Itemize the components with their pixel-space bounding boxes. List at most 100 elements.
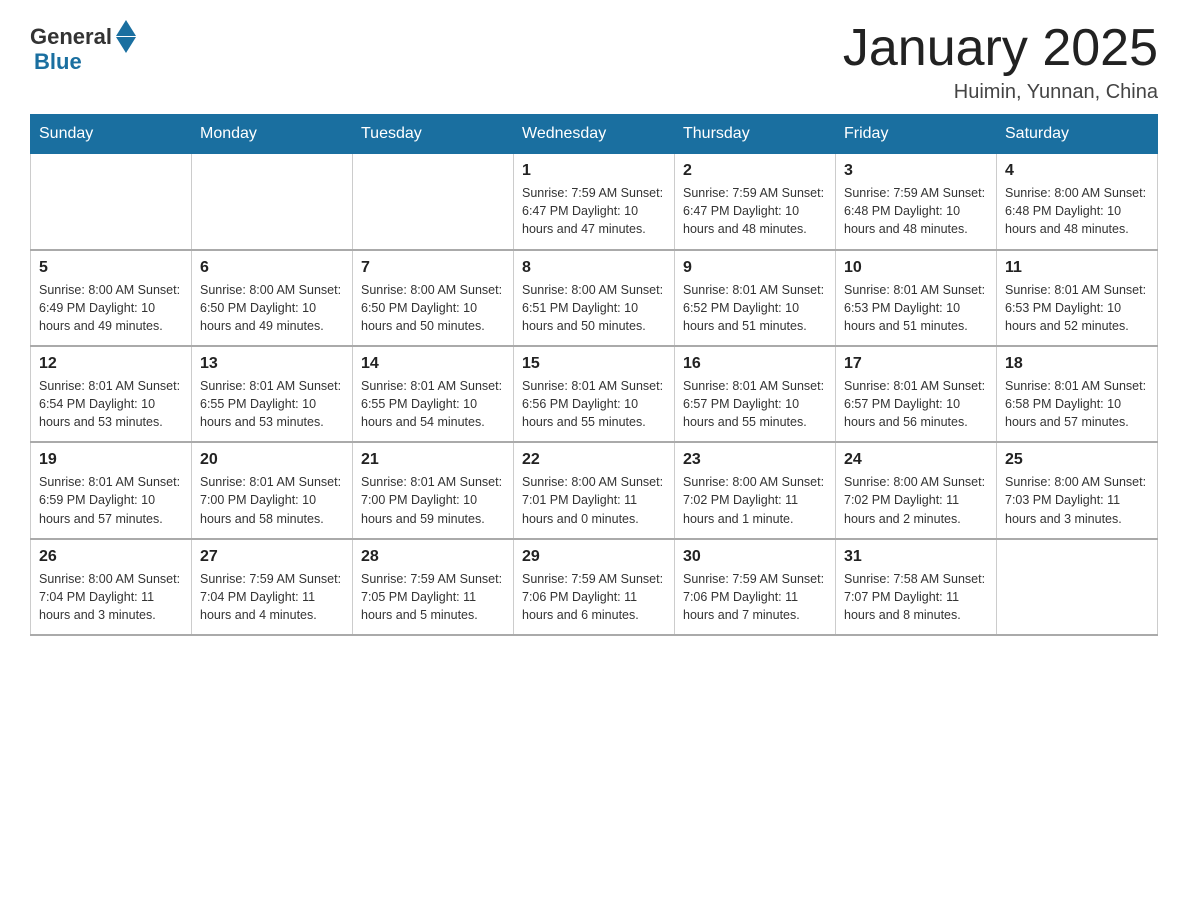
calendar-cell: 15 Sunrise: 8:01 AM Sunset: 6:56 PM Dayli… xyxy=(514,346,675,442)
day-number: 31 xyxy=(844,548,988,566)
day-number: 16 xyxy=(683,355,827,373)
logo-text-blue: Blue xyxy=(30,51,136,73)
calendar-cell: 21 Sunrise: 8:01 AM Sunset: 7:00 PM Dayli… xyxy=(353,442,514,538)
calendar-cell: 30 Sunrise: 7:59 AM Sunset: 7:06 PM Dayli… xyxy=(675,539,836,635)
calendar-table: SundayMondayTuesdayWednesdayThursdayFrid… xyxy=(30,114,1158,636)
calendar-cell: 16 Sunrise: 8:01 AM Sunset: 6:57 PM Dayli… xyxy=(675,346,836,442)
calendar-cell: 9 Sunrise: 8:01 AM Sunset: 6:52 PM Daylig… xyxy=(675,250,836,346)
day-number: 22 xyxy=(522,451,666,469)
day-info: Sunrise: 8:00 AM Sunset: 7:01 PM Dayligh… xyxy=(522,473,666,527)
day-number: 12 xyxy=(39,355,183,373)
day-info: Sunrise: 8:01 AM Sunset: 6:54 PM Dayligh… xyxy=(39,377,183,431)
calendar-cell: 4Sunrise: 8:00 AM Sunset: 6:48 PM Daylig… xyxy=(997,154,1158,250)
day-info: Sunrise: 8:01 AM Sunset: 6:53 PM Dayligh… xyxy=(844,281,988,335)
day-info: Sunrise: 8:00 AM Sunset: 6:49 PM Dayligh… xyxy=(39,281,183,335)
day-info: Sunrise: 8:01 AM Sunset: 6:58 PM Dayligh… xyxy=(1005,377,1149,431)
day-info: Sunrise: 8:00 AM Sunset: 6:51 PM Dayligh… xyxy=(522,281,666,335)
day-info: Sunrise: 7:58 AM Sunset: 7:07 PM Dayligh… xyxy=(844,570,988,624)
day-number: 13 xyxy=(200,355,344,373)
calendar-cell: 28 Sunrise: 7:59 AM Sunset: 7:05 PM Dayli… xyxy=(353,539,514,635)
calendar-week-3: 19Sunrise: 8:01 AM Sunset: 6:59 PM Dayli… xyxy=(31,442,1158,538)
day-info: Sunrise: 7:59 AM Sunset: 7:05 PM Dayligh… xyxy=(361,570,505,624)
day-number: 14 xyxy=(361,355,505,373)
day-info: Sunrise: 7:59 AM Sunset: 6:47 PM Dayligh… xyxy=(683,184,827,238)
day-info: Sunrise: 8:01 AM Sunset: 6:57 PM Dayligh… xyxy=(683,377,827,431)
header-row: SundayMondayTuesdayWednesdayThursdayFrid… xyxy=(31,115,1158,154)
day-number: 3 xyxy=(844,162,988,180)
day-info: Sunrise: 8:00 AM Sunset: 7:04 PM Dayligh… xyxy=(39,570,183,624)
calendar-cell: 7Sunrise: 8:00 AM Sunset: 6:50 PM Daylig… xyxy=(353,250,514,346)
day-number: 11 xyxy=(1005,259,1149,277)
calendar-cell: 6 Sunrise: 8:00 AM Sunset: 6:50 PM Daylig… xyxy=(192,250,353,346)
calendar-cell: 1 Sunrise: 7:59 AM Sunset: 6:47 PM Daylig… xyxy=(514,154,675,250)
calendar-cell: 2Sunrise: 7:59 AM Sunset: 6:47 PM Daylig… xyxy=(675,154,836,250)
calendar-cell: 24 Sunrise: 8:00 AM Sunset: 7:02 PM Dayli… xyxy=(836,442,997,538)
day-number: 23 xyxy=(683,451,827,469)
day-info: Sunrise: 8:01 AM Sunset: 7:00 PM Dayligh… xyxy=(361,473,505,527)
day-number: 6 xyxy=(200,259,344,277)
calendar-cell: 26 Sunrise: 8:00 AM Sunset: 7:04 PM Dayli… xyxy=(31,539,192,635)
day-info: Sunrise: 8:01 AM Sunset: 6:56 PM Dayligh… xyxy=(522,377,666,431)
day-number: 4 xyxy=(1005,162,1149,180)
day-number: 26 xyxy=(39,548,183,566)
day-info: Sunrise: 8:01 AM Sunset: 6:57 PM Dayligh… xyxy=(844,377,988,431)
header-cell-thursday: Thursday xyxy=(675,115,836,154)
logo: General Blue xyxy=(30,20,136,73)
calendar-cell: 31 Sunrise: 7:58 AM Sunset: 7:07 PM Dayli… xyxy=(836,539,997,635)
day-number: 9 xyxy=(683,259,827,277)
day-info: Sunrise: 8:01 AM Sunset: 6:55 PM Dayligh… xyxy=(200,377,344,431)
day-number: 1 xyxy=(522,162,666,180)
calendar-cell: 17 Sunrise: 8:01 AM Sunset: 6:57 PM Dayli… xyxy=(836,346,997,442)
day-number: 17 xyxy=(844,355,988,373)
calendar-week-1: 5Sunrise: 8:00 AM Sunset: 6:49 PM Daylig… xyxy=(31,250,1158,346)
calendar-cell: 18 Sunrise: 8:01 AM Sunset: 6:58 PM Dayli… xyxy=(997,346,1158,442)
calendar-cell: 5Sunrise: 8:00 AM Sunset: 6:49 PM Daylig… xyxy=(31,250,192,346)
calendar-body: 1 Sunrise: 7:59 AM Sunset: 6:47 PM Daylig… xyxy=(31,154,1158,635)
day-info: Sunrise: 8:00 AM Sunset: 6:50 PM Dayligh… xyxy=(361,281,505,335)
day-info: Sunrise: 7:59 AM Sunset: 7:06 PM Dayligh… xyxy=(683,570,827,624)
calendar-week-0: 1 Sunrise: 7:59 AM Sunset: 6:47 PM Daylig… xyxy=(31,154,1158,250)
day-number: 24 xyxy=(844,451,988,469)
day-info: Sunrise: 8:00 AM Sunset: 6:50 PM Dayligh… xyxy=(200,281,344,335)
day-number: 18 xyxy=(1005,355,1149,373)
calendar-header: SundayMondayTuesdayWednesdayThursdayFrid… xyxy=(31,115,1158,154)
calendar-cell: 27 Sunrise: 7:59 AM Sunset: 7:04 PM Dayli… xyxy=(192,539,353,635)
header-cell-monday: Monday xyxy=(192,115,353,154)
day-info: Sunrise: 8:01 AM Sunset: 7:00 PM Dayligh… xyxy=(200,473,344,527)
day-info: Sunrise: 7:59 AM Sunset: 7:06 PM Dayligh… xyxy=(522,570,666,624)
day-number: 8 xyxy=(522,259,666,277)
header-cell-wednesday: Wednesday xyxy=(514,115,675,154)
day-number: 21 xyxy=(361,451,505,469)
day-number: 30 xyxy=(683,548,827,566)
day-number: 25 xyxy=(1005,451,1149,469)
day-info: Sunrise: 8:00 AM Sunset: 7:02 PM Dayligh… xyxy=(844,473,988,527)
calendar-cell: 19Sunrise: 8:01 AM Sunset: 6:59 PM Dayli… xyxy=(31,442,192,538)
calendar-cell: 11 Sunrise: 8:01 AM Sunset: 6:53 PM Dayli… xyxy=(997,250,1158,346)
calendar-week-4: 26 Sunrise: 8:00 AM Sunset: 7:04 PM Dayli… xyxy=(31,539,1158,635)
calendar-title: January 2025 xyxy=(843,20,1158,77)
day-info: Sunrise: 8:01 AM Sunset: 6:52 PM Dayligh… xyxy=(683,281,827,335)
title-block: January 2025 Huimin, Yunnan, China xyxy=(843,20,1158,104)
day-number: 27 xyxy=(200,548,344,566)
calendar-cell xyxy=(192,154,353,250)
calendar-cell: 14 Sunrise: 8:01 AM Sunset: 6:55 PM Dayli… xyxy=(353,346,514,442)
day-number: 15 xyxy=(522,355,666,373)
calendar-cell: 3 Sunrise: 7:59 AM Sunset: 6:48 PM Daylig… xyxy=(836,154,997,250)
header-cell-saturday: Saturday xyxy=(997,115,1158,154)
day-number: 20 xyxy=(200,451,344,469)
calendar-cell: 25Sunrise: 8:00 AM Sunset: 7:03 PM Dayli… xyxy=(997,442,1158,538)
day-info: Sunrise: 7:59 AM Sunset: 7:04 PM Dayligh… xyxy=(200,570,344,624)
header-cell-friday: Friday xyxy=(836,115,997,154)
calendar-subtitle: Huimin, Yunnan, China xyxy=(843,81,1158,104)
day-info: Sunrise: 7:59 AM Sunset: 6:47 PM Dayligh… xyxy=(522,184,666,238)
day-info: Sunrise: 8:01 AM Sunset: 6:53 PM Dayligh… xyxy=(1005,281,1149,335)
day-info: Sunrise: 7:59 AM Sunset: 6:48 PM Dayligh… xyxy=(844,184,988,238)
day-number: 28 xyxy=(361,548,505,566)
calendar-cell: 13 Sunrise: 8:01 AM Sunset: 6:55 PM Dayli… xyxy=(192,346,353,442)
calendar-cell xyxy=(31,154,192,250)
day-info: Sunrise: 8:01 AM Sunset: 6:55 PM Dayligh… xyxy=(361,377,505,431)
day-number: 29 xyxy=(522,548,666,566)
calendar-cell: 22 Sunrise: 8:00 AM Sunset: 7:01 PM Dayli… xyxy=(514,442,675,538)
calendar-cell: 23Sunrise: 8:00 AM Sunset: 7:02 PM Dayli… xyxy=(675,442,836,538)
calendar-cell xyxy=(353,154,514,250)
